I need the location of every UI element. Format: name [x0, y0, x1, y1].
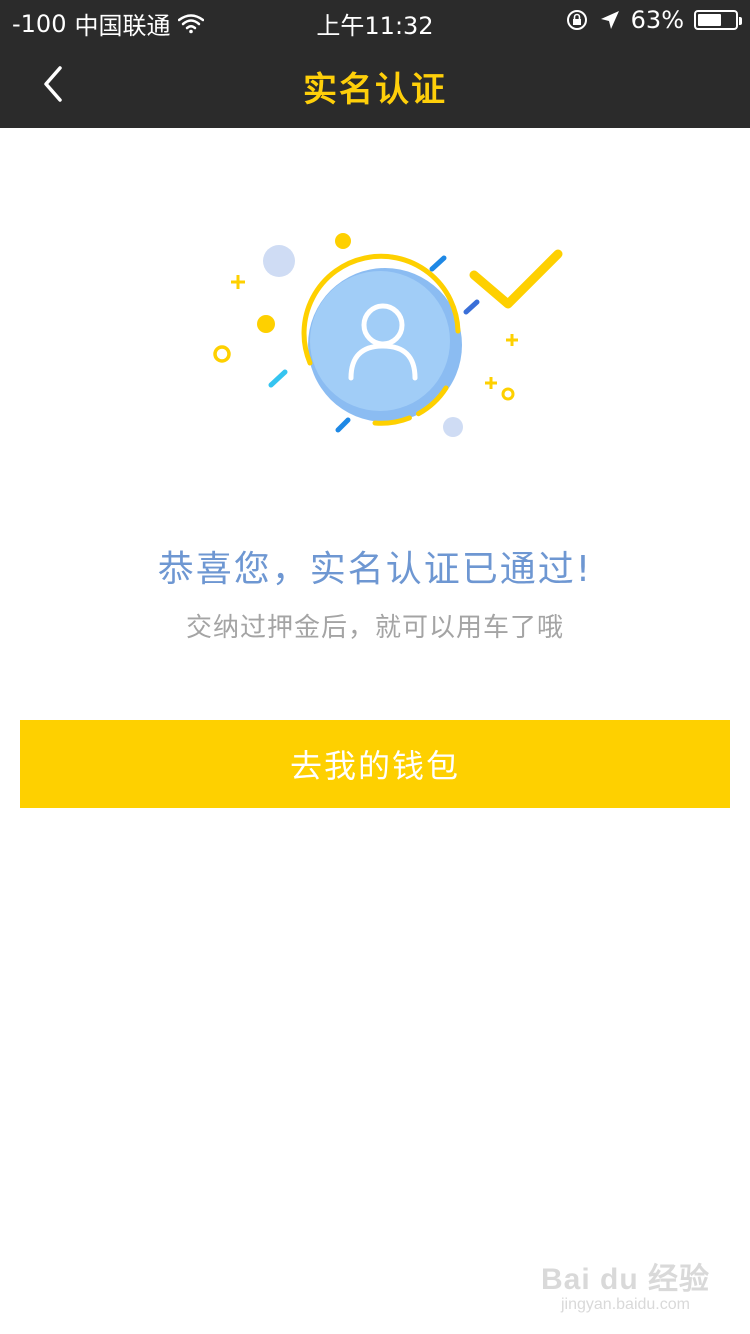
decor-dash	[335, 417, 351, 433]
decor-plus	[506, 334, 518, 346]
battery-icon	[694, 10, 742, 30]
battery-level	[698, 14, 721, 26]
success-title: 恭喜您，实名认证已通过!	[157, 549, 593, 590]
decor-ring	[213, 345, 231, 363]
verification-success-illustration	[213, 233, 563, 437]
go-to-wallet-button[interactable]: 去我的钱包	[20, 720, 730, 808]
status-right: 63%	[565, 6, 742, 34]
watermark: Bai du 经验 jingyan.baidu.com	[541, 1254, 710, 1314]
decor-dash	[268, 369, 288, 388]
battery-percent: 63%	[630, 6, 684, 34]
page-title: 实名认证	[303, 70, 447, 110]
decor-dot	[257, 315, 275, 333]
decor-ring	[501, 387, 515, 401]
rotation-lock-icon	[566, 10, 587, 30]
decor-plus	[231, 275, 245, 289]
decor-dot	[443, 417, 463, 437]
success-subtitle: 交纳过押金后，就可以用车了哦	[185, 613, 564, 643]
watermark-logo: Bai du 经验	[540, 1263, 710, 1296]
decor-dot	[335, 233, 351, 249]
check-icon	[469, 249, 563, 309]
watermark-url: jingyan.baidu.com	[561, 1296, 690, 1313]
decor-dash	[429, 255, 447, 272]
avatar-circle-inner	[310, 271, 450, 411]
decor-dot	[263, 245, 295, 277]
navigation-bar: 实名认证	[0, 40, 750, 128]
decor-dash	[463, 299, 480, 315]
location-arrow-icon	[600, 11, 619, 29]
decor-plus	[485, 377, 497, 389]
status-bar: -100 中国联通 上午11:32 63%	[0, 0, 750, 40]
